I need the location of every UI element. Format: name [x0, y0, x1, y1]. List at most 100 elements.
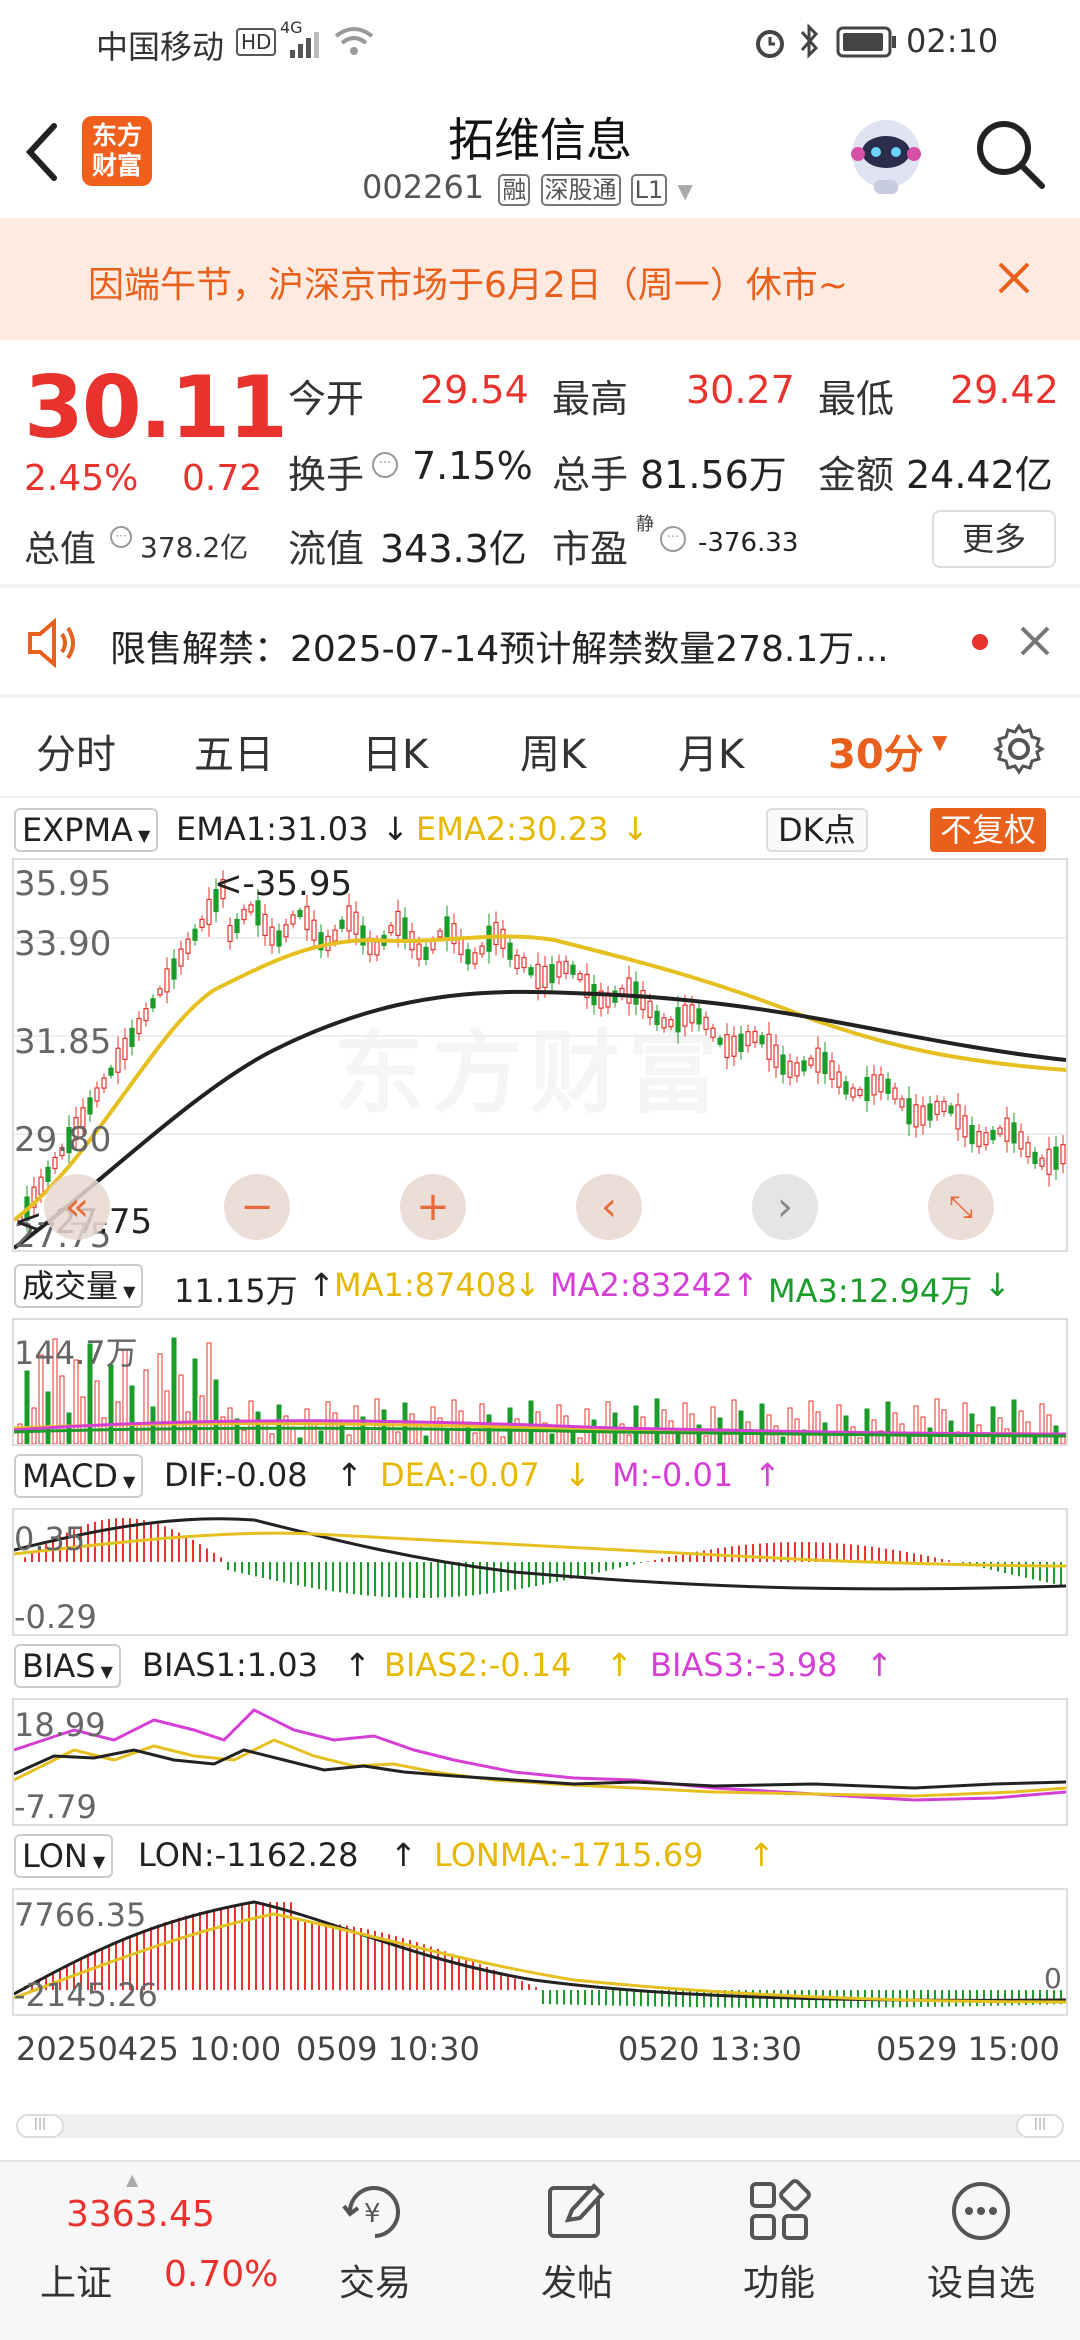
mktcap-label: 总值 — [24, 529, 97, 570]
volume-indicator-select[interactable]: 成交量 ▼ — [14, 1264, 144, 1308]
dif-value: DIF:-0.08 — [164, 1456, 308, 1494]
hd-badge: HD — [236, 28, 277, 56]
candle — [773, 1044, 779, 1068]
info-icon[interactable]: ··· — [110, 526, 132, 548]
volume-bar — [45, 1391, 51, 1444]
chevron-down-icon: ▼ — [95, 1662, 113, 1681]
candle — [906, 1098, 912, 1125]
bias2-value: BIAS2:-0.14 — [384, 1646, 572, 1684]
volume-bar — [199, 1395, 205, 1444]
volume-bar — [521, 1429, 527, 1444]
candle — [402, 917, 408, 940]
arrow-down-icon: ↓ — [514, 1266, 541, 1304]
candle — [311, 919, 317, 941]
volume-bar — [549, 1433, 555, 1444]
candle — [752, 1030, 758, 1044]
time-axis: 20250425 10:00 0509 10:30 0520 13:30 052… — [0, 2030, 1080, 2080]
stock-code-row[interactable]: 002261 融 深股通 L1 ▼ — [362, 168, 722, 208]
candle — [1018, 1131, 1024, 1150]
candle — [857, 1088, 863, 1097]
volume-value: 81.56万 — [640, 453, 787, 497]
candle — [731, 1035, 737, 1057]
macd-indicator-row: MACD ▼ DIF:-0.08 ↑ DEA:-0.07 ↓ M:-0.01 ↑ — [14, 1452, 1080, 1502]
tab-intraday[interactable]: 分时 — [36, 722, 116, 780]
chevron-down-icon: ▼ — [932, 730, 948, 754]
volume-chart-area[interactable]: 144.7万 — [12, 1318, 1068, 1446]
scroll-right-button[interactable]: › — [752, 1174, 818, 1240]
compose-icon — [548, 2183, 605, 2238]
chevron-down-icon: ▼ — [118, 1282, 136, 1301]
dk-point-toggle[interactable]: DK点 — [766, 808, 868, 852]
quote-panel: 30.11 2.45% 0.72 总值 ··· 378.2亿 今开 29.54 … — [0, 340, 1080, 582]
close-icon[interactable] — [1018, 624, 1052, 658]
macd-indicator-select[interactable]: MACD ▼ — [14, 1454, 144, 1498]
nav-trade[interactable]: 交易 — [305, 2254, 445, 2306]
search-icon[interactable] — [972, 116, 1048, 192]
tab-five-day[interactable]: 五日 — [194, 722, 274, 780]
status-bar: 中国移动 HD 4G 02:10 — [0, 0, 1080, 86]
nav-add-watchlist[interactable]: 设自选 — [911, 2254, 1051, 2306]
candle — [829, 1060, 835, 1080]
main-indicator-select[interactable]: EXPMA ▼ — [14, 808, 159, 852]
gear-icon[interactable] — [992, 722, 1046, 776]
robot-avatar-icon[interactable] — [844, 114, 928, 198]
tab-daily-k[interactable]: 日K — [362, 722, 428, 780]
volume-bar — [304, 1408, 310, 1444]
volume-bar — [94, 1380, 100, 1444]
kline-chart-area[interactable]: 东方财富 35.95 33.90 31.85 29.80 27.75 <-35.… — [12, 858, 1068, 1256]
candle — [549, 964, 555, 984]
candle — [94, 1087, 100, 1102]
chart-scrollbar[interactable]: ||| ||| — [16, 2114, 1064, 2138]
close-icon[interactable] — [996, 260, 1032, 296]
candle — [710, 1027, 716, 1038]
macd-chart-area[interactable]: 0.35 -0.29 — [12, 1508, 1068, 1636]
candle — [878, 1074, 884, 1093]
candle — [815, 1047, 821, 1073]
candle — [416, 943, 422, 960]
zoom-in-button[interactable]: + — [400, 1174, 466, 1240]
arrow-up-icon: ↑ — [308, 1266, 335, 1304]
x-label-2: 0509 10:30 — [296, 2030, 480, 2068]
tab-weekly-k[interactable]: 周K — [520, 722, 586, 780]
ma1-value: MA1:87408 — [334, 1266, 517, 1304]
macd-y-top: 0.35 — [14, 1520, 86, 1558]
rewind-button[interactable]: « — [44, 1174, 110, 1240]
nav-post[interactable]: 发帖 — [507, 2254, 647, 2306]
holiday-notice[interactable]: 因端午节，沪深京市场于6月2日（周一）休市~ — [0, 218, 1080, 340]
scroll-handle-right[interactable]: ||| — [1016, 2114, 1064, 2138]
scroll-left-button[interactable]: ‹ — [576, 1174, 642, 1240]
fullscreen-button[interactable]: ⤡ — [928, 1174, 994, 1240]
candle — [374, 941, 380, 956]
volume-bar — [703, 1435, 709, 1444]
info-icon[interactable]: ··· — [372, 452, 398, 478]
volume-bar — [395, 1431, 401, 1444]
volume-bar — [983, 1435, 989, 1444]
high-value: 30.27 — [686, 368, 795, 412]
candle — [983, 1132, 989, 1146]
candle — [283, 924, 289, 938]
candle — [521, 956, 527, 969]
bottom-nav: ▲ 3363.45 上证 0.70% ¥ 交易 发帖 功能 设自选 — [0, 2160, 1080, 2340]
info-icon[interactable]: ··· — [660, 526, 686, 552]
volume-label: 总手 — [552, 453, 629, 497]
bias-chart-area[interactable]: 18.99 -7.79 — [12, 1698, 1068, 1826]
candle — [556, 961, 562, 978]
index-value[interactable]: 3363.45 — [66, 2194, 215, 2235]
tab-monthly-k[interactable]: 月K — [678, 722, 744, 780]
scroll-handle-left[interactable]: ||| — [16, 2114, 64, 2138]
tab-30min[interactable]: 30分 — [828, 722, 924, 780]
adjust-toggle[interactable]: 不复权 — [930, 808, 1047, 852]
nav-functions[interactable]: 功能 — [709, 2254, 849, 2306]
unlock-alert[interactable]: 限售解禁：2025-07-14预计解禁数量278.1万... — [0, 590, 1080, 694]
lon-indicator-select[interactable]: LON ▼ — [14, 1834, 114, 1878]
alert-text: 限售解禁：2025-07-14预计解禁数量278.1万... — [110, 629, 889, 670]
candle — [948, 1105, 954, 1114]
macd-indicator-name: MACD — [22, 1457, 118, 1495]
more-button[interactable]: 更多 — [932, 510, 1056, 568]
volume-bar — [381, 1409, 387, 1444]
lon-chart-area[interactable]: 7766.35 -2145.26 0 — [12, 1888, 1068, 2016]
bias-indicator-select[interactable]: BIAS ▼ — [14, 1644, 121, 1688]
zoom-out-button[interactable]: − — [224, 1174, 290, 1240]
dropdown-icon: ▼ — [677, 179, 693, 203]
volume-indicator-name: 成交量 — [22, 1267, 119, 1305]
